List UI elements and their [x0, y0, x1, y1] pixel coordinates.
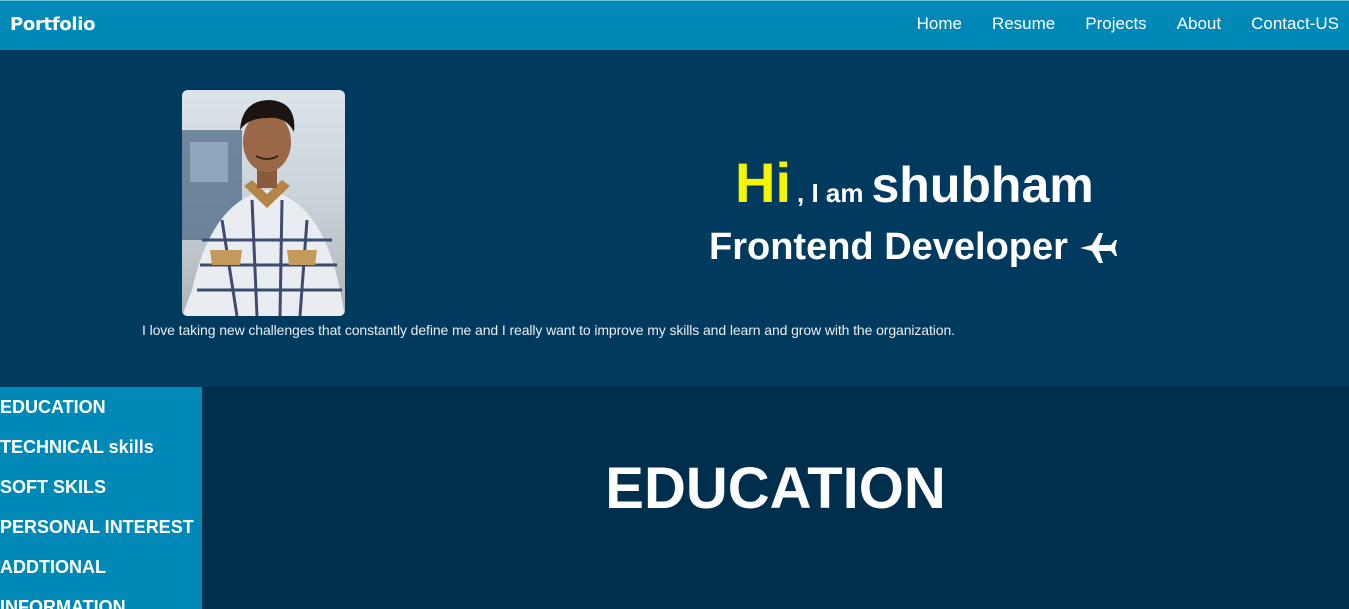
nav-link-contact[interactable]: Contact-US [1251, 14, 1339, 34]
greeting-name: shubham [871, 157, 1094, 213]
resume-content: EDUCATION [202, 387, 1349, 609]
hero-tagline: I love taking new challenges that consta… [142, 322, 955, 338]
sidebar-item-information[interactable]: INFORMATION [0, 587, 202, 609]
nav-link-about[interactable]: About [1177, 14, 1221, 34]
hero-section: Hi , I am shubham Frontend Developer I l… [0, 50, 1349, 387]
sidebar-item-personal-interest[interactable]: PERSONAL INTEREST [0, 507, 202, 547]
section-title: EDUCATION [605, 456, 946, 521]
greeting-iam: , I am [797, 178, 864, 208]
sidebar-item-education[interactable]: EDUCATION [0, 387, 202, 427]
sidebar-item-soft-skills[interactable]: SOFT SKILS [0, 467, 202, 507]
sidebar-item-technical-skills[interactable]: TECHNICAL skills [0, 427, 202, 467]
nav-link-resume[interactable]: Resume [992, 14, 1055, 34]
profile-photo [182, 90, 345, 316]
role-heading: Frontend Developer [709, 226, 1118, 269]
nav-link-projects[interactable]: Projects [1085, 14, 1146, 34]
sidebar-item-additional[interactable]: ADDTIONAL [0, 547, 202, 587]
nav-link-home[interactable]: Home [917, 14, 962, 34]
top-navbar: Portfolio Home Resume Projects About Con… [0, 0, 1349, 50]
greeting-hi: Hi [735, 151, 791, 214]
resume-sidebar: EDUCATION TECHNICAL skills SOFT SKILS PE… [0, 387, 202, 609]
role-text: Frontend Developer [709, 226, 1068, 268]
nav-links: Home Resume Projects About Contact-US [887, 14, 1339, 34]
airplane-icon [1079, 232, 1117, 263]
greeting-heading: Hi , I am shubham [735, 150, 1094, 215]
brand-logo[interactable]: Portfolio [10, 14, 96, 35]
